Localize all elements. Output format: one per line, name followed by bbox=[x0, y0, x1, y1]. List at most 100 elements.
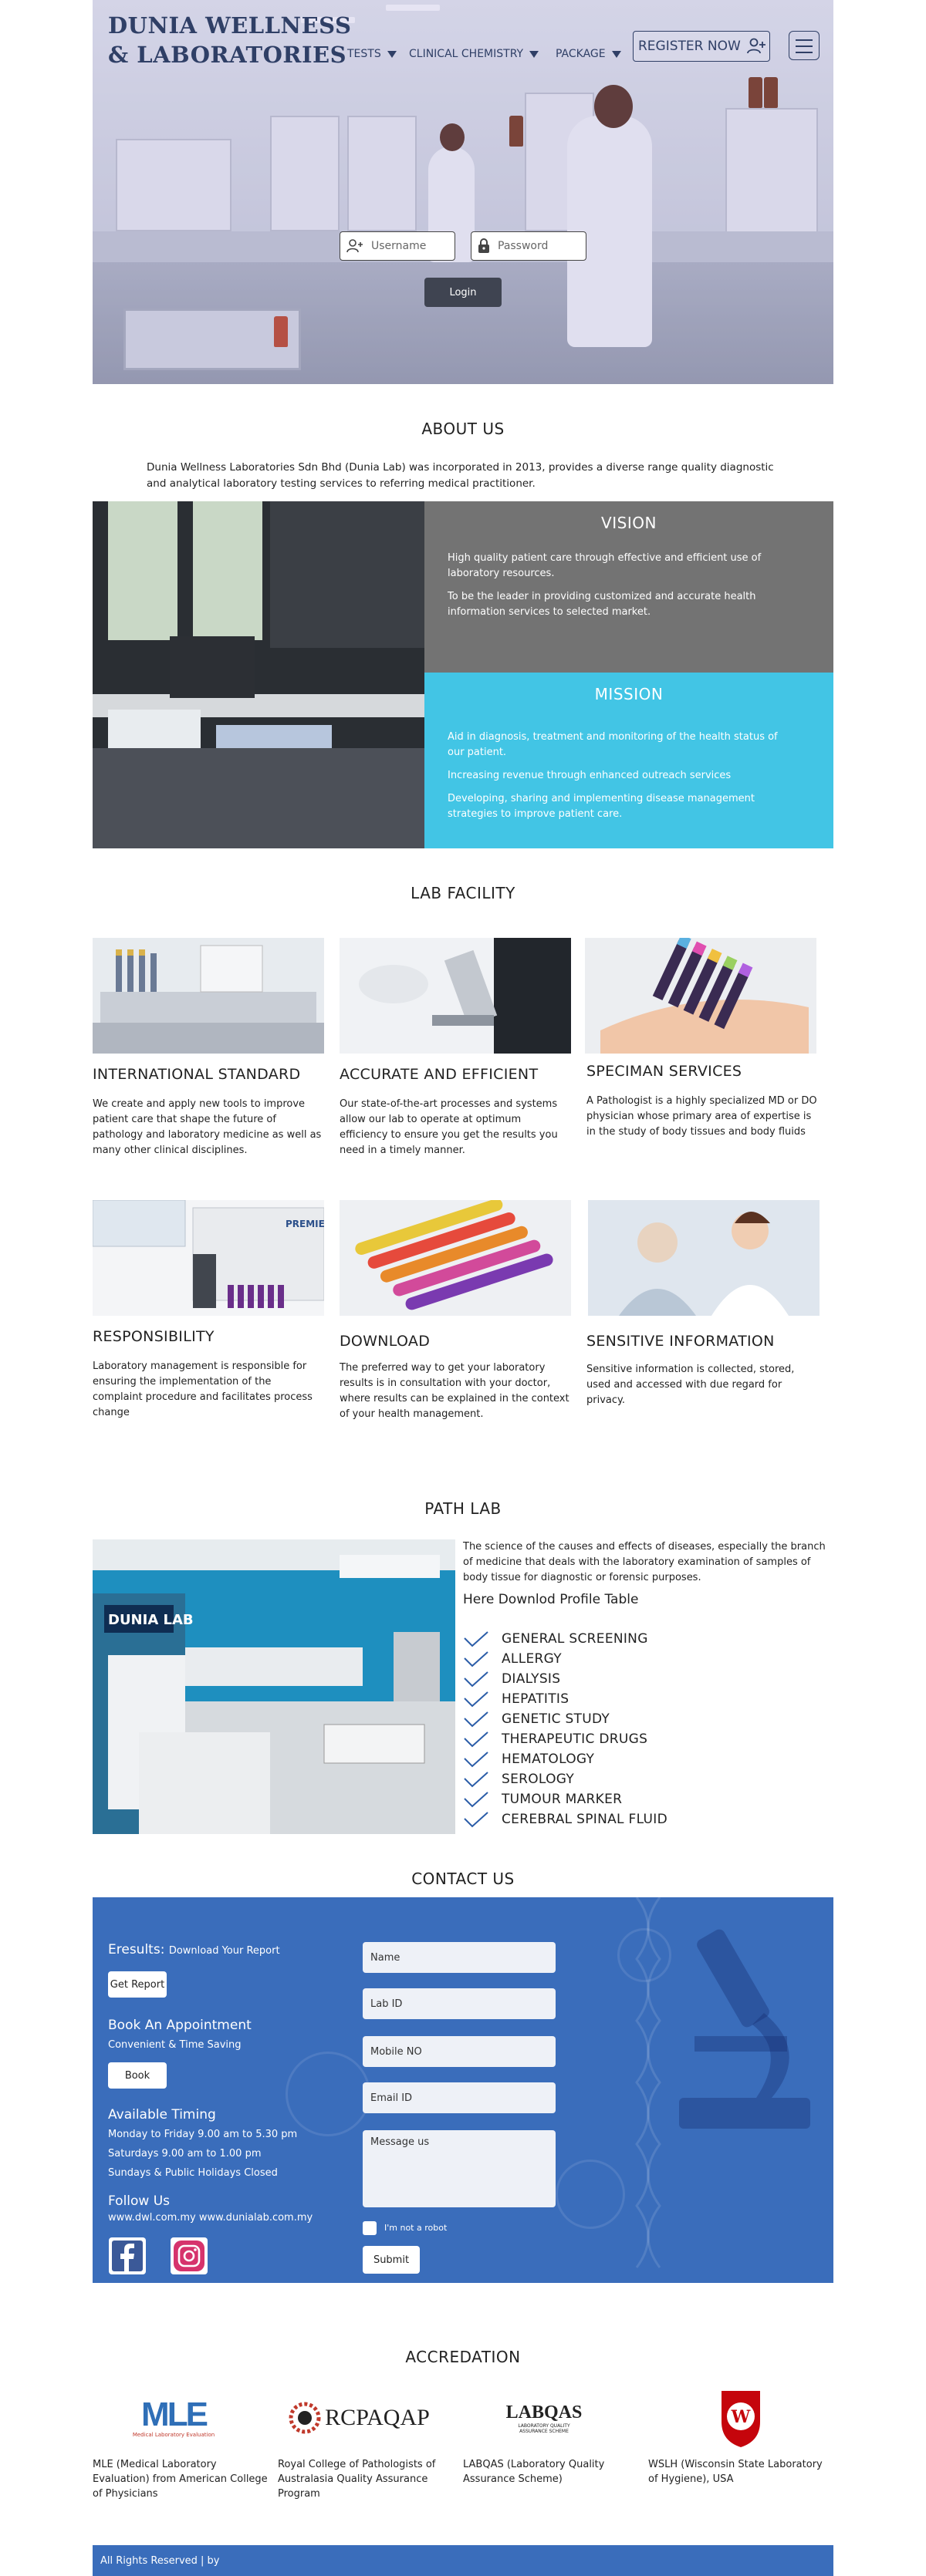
register-now-button[interactable]: REGISTER NOW bbox=[633, 31, 770, 62]
vision-list: High quality patient care through effect… bbox=[448, 551, 779, 628]
accreditation-title: ACCREDATION bbox=[405, 2348, 521, 2366]
vision-title: VISION bbox=[601, 514, 657, 532]
website-links[interactable]: www.dwl.com.my www.dunialab.com.my bbox=[108, 2212, 313, 2224]
lab-interior-image: DUNIA LAB bbox=[93, 1539, 455, 1834]
timing-title: Available Timing bbox=[108, 2107, 216, 2123]
pathlab-title: PATH LAB bbox=[424, 1499, 502, 1518]
submit-button[interactable]: Submit bbox=[363, 2246, 420, 2274]
profile-item[interactable]: GENETIC STUDY bbox=[463, 1709, 667, 1729]
hamburger-icon bbox=[796, 46, 813, 47]
mission-item: Developing, sharing and implementing dis… bbox=[448, 793, 755, 820]
profile-item[interactable]: DIALYSIS bbox=[463, 1669, 667, 1689]
hamburger-icon bbox=[796, 39, 813, 41]
mission-panel: MISSION Aid in diagnosis, treatment and … bbox=[424, 673, 833, 848]
facility-card-text: We create and apply new tools to improve… bbox=[93, 1098, 322, 1156]
nav-package-label: PACKAGE bbox=[556, 48, 606, 60]
contact-title: CONTACT US bbox=[411, 1870, 515, 1888]
mission-item: Increasing revenue through enhanced outr… bbox=[448, 770, 732, 781]
login-button[interactable]: Login bbox=[424, 278, 502, 307]
nav-clinical-chemistry[interactable]: CLINICAL CHEMISTRY bbox=[409, 48, 539, 60]
timing-line: Sundays & Public Holidays Closed bbox=[108, 2167, 278, 2179]
decorative-circle bbox=[556, 2160, 625, 2229]
accreditation-text: Royal College of Pathologists of Austral… bbox=[278, 2459, 436, 2500]
nav-tests-label: TESTS bbox=[347, 48, 381, 60]
profile-item[interactable]: TUMOUR MARKER bbox=[463, 1789, 667, 1809]
office-window bbox=[108, 501, 177, 640]
facebook-icon[interactable] bbox=[108, 2237, 147, 2275]
nav-package[interactable]: PACKAGE bbox=[556, 48, 621, 60]
captcha-checkbox[interactable] bbox=[363, 2221, 377, 2235]
profile-item[interactable]: GENERAL SCREENING bbox=[463, 1629, 667, 1649]
book-button[interactable]: Book bbox=[108, 2062, 167, 2089]
lab-id-field[interactable]: Lab ID bbox=[363, 1988, 556, 2019]
facility-card-title: DOWNLOAD bbox=[340, 1333, 431, 1350]
profile-item-label: HEMATOLOGY bbox=[502, 1752, 595, 1767]
rcpaqap-logo: RCPAQAP bbox=[286, 2383, 432, 2453]
profile-item[interactable]: CEREBRAL SPINAL FLUID bbox=[463, 1809, 667, 1829]
accreditation-text: WSLH (Wisconsin State Laboratory of Hygi… bbox=[648, 2459, 823, 2485]
eresults-heading: Eresults: Download Your Report bbox=[108, 1942, 280, 1957]
name-field[interactable]: Name bbox=[363, 1942, 556, 1973]
email-field[interactable]: Email ID bbox=[363, 2082, 556, 2113]
username-input[interactable]: Username bbox=[340, 231, 455, 261]
timing-line: Monday to Friday 9.00 am to 5.30 pm bbox=[108, 2129, 298, 2140]
follow-title: Follow Us bbox=[108, 2193, 171, 2209]
mobile-field[interactable]: Mobile NO bbox=[363, 2036, 556, 2067]
check-icon bbox=[464, 1792, 488, 1808]
dna-helix-icon bbox=[635, 1897, 661, 2268]
profile-item[interactable]: THERAPEUTIC DRUGS bbox=[463, 1729, 667, 1749]
decorative-circle bbox=[286, 2052, 370, 2136]
blood-samples-hand-image bbox=[585, 938, 816, 1054]
office-photo bbox=[93, 501, 424, 848]
mle-logo-text: MLE bbox=[141, 2396, 208, 2433]
eresults-sub: Download Your Report bbox=[168, 1945, 280, 1957]
profile-item[interactable]: SEROLOGY bbox=[463, 1769, 667, 1789]
check-icon bbox=[464, 1812, 488, 1828]
accreditation-text: LABQAS (Laboratory Quality Assurance Sch… bbox=[463, 2459, 605, 2485]
check-icon bbox=[464, 1631, 488, 1647]
password-input[interactable]: Password bbox=[471, 231, 586, 261]
message-field[interactable]: Message us bbox=[363, 2130, 556, 2207]
rcpaqap-logo-text: RCPAQAP bbox=[325, 2405, 430, 2430]
brand-logo[interactable]: DUNIA WELLNESS & LABORATORIES bbox=[108, 11, 351, 69]
profile-item-label: HEPATITIS bbox=[502, 1691, 569, 1707]
office-cabinets bbox=[93, 748, 424, 848]
add-user-icon bbox=[746, 38, 765, 54]
wisconsin-crest-icon: W bbox=[722, 2391, 760, 2447]
instagram-icon[interactable] bbox=[170, 2237, 208, 2275]
facility-image bbox=[588, 1200, 820, 1316]
menu-toggle-button[interactable] bbox=[789, 31, 820, 60]
nav-clinical-chemistry-label: CLINICAL CHEMISTRY bbox=[409, 48, 524, 60]
office-shelf bbox=[270, 501, 424, 648]
register-label: REGISTER NOW bbox=[638, 39, 741, 54]
analyzer-image: PREMIER bbox=[93, 1200, 324, 1316]
lock-icon bbox=[478, 238, 489, 253]
check-icon bbox=[464, 1651, 488, 1667]
test-tube-rack-image bbox=[93, 938, 324, 1054]
mission-list: Aid in diagnosis, treatment and monitori… bbox=[448, 730, 779, 830]
microscope-image bbox=[340, 938, 571, 1054]
brand-line-1: DUNIA WELLNESS bbox=[108, 12, 352, 39]
nav-tests[interactable]: TESTS bbox=[347, 48, 397, 60]
about-text: Dunia Wellness Laboratories Sdn Bhd (Dun… bbox=[147, 461, 774, 490]
facility-card-text: Sensitive information is collected, stor… bbox=[586, 1364, 795, 1406]
microscope-icon bbox=[679, 1929, 810, 2129]
sample-tubes-image bbox=[340, 1200, 571, 1316]
about-title: ABOUT US bbox=[421, 420, 505, 438]
facility-card-title: RESPONSIBILITY bbox=[93, 1328, 215, 1345]
labqas-logo: LABQAS LABORATORY QUALITY ASSURANCE SCHE… bbox=[494, 2383, 594, 2453]
labqas-logo-text: LABQAS bbox=[505, 2402, 583, 2423]
profile-item[interactable]: ALLERGY bbox=[463, 1649, 667, 1669]
appointment-sub: Convenient & Time Saving bbox=[108, 2039, 242, 2051]
profile-item-label: GENERAL SCREENING bbox=[502, 1631, 648, 1647]
rcpa-emblem-icon bbox=[289, 2402, 321, 2434]
facility-image: PREMIER bbox=[93, 1200, 324, 1316]
password-placeholder: Password bbox=[498, 240, 549, 252]
check-icon bbox=[464, 1731, 488, 1748]
profile-item[interactable]: HEMATOLOGY bbox=[463, 1749, 667, 1769]
get-report-button[interactable]: Get Report bbox=[108, 1971, 167, 1998]
profile-item[interactable]: HEPATITIS bbox=[463, 1689, 667, 1709]
profile-table-download-link[interactable]: Here Downlod Profile Table bbox=[463, 1592, 638, 1607]
wslh-logo: W bbox=[710, 2383, 772, 2453]
hamburger-icon bbox=[796, 52, 813, 53]
